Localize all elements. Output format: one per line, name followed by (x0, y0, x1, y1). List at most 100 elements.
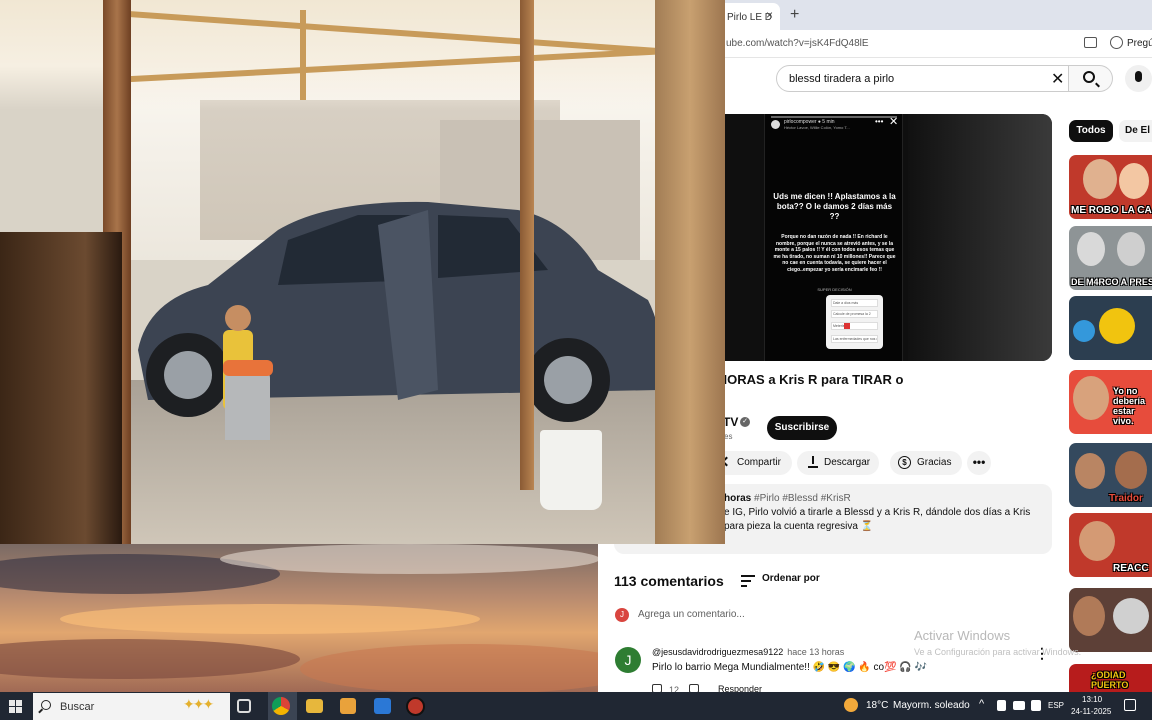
cast-icon[interactable] (1084, 37, 1097, 48)
poll-line: Dale a dios más (831, 299, 878, 307)
volume-icon[interactable] (1031, 700, 1041, 711)
windows-logo-icon (16, 707, 22, 713)
ask-icon[interactable] (1110, 36, 1123, 49)
story-body-text: Porque no dan razón de nada !! En richar… (773, 234, 896, 273)
weather-description[interactable]: Mayorm. soleado (893, 700, 970, 711)
mail-icon[interactable] (374, 698, 391, 714)
activate-windows-watermark: Activar Windows (914, 628, 1011, 643)
like-icon[interactable] (652, 684, 662, 692)
thumbnail-face (1119, 163, 1149, 199)
tray-expand-icon[interactable]: ^ (979, 698, 984, 710)
url-text[interactable]: ube.com/watch?v=jsK4FdQ48lE (726, 38, 869, 49)
recommended-thumbnail[interactable]: REACC (1069, 513, 1152, 577)
recommended-thumbnail[interactable]: Yo no debería estar vivo. (1069, 370, 1152, 434)
story-avatar (771, 120, 780, 129)
chrome-icon[interactable] (272, 697, 290, 715)
comment-author[interactable]: @jesusdavidrodriguezmesa9122 hace 13 hora… (652, 647, 844, 657)
windows-logo-icon (9, 700, 15, 706)
activate-windows-hint: Ve a Configuración para activar Windows. (914, 647, 1082, 657)
scene-bucket (540, 430, 602, 510)
recommended-thumbnail[interactable]: ME ROBO LA CA (1069, 155, 1152, 219)
clock-time[interactable]: 13:10 (1082, 695, 1102, 704)
network-icon[interactable] (1013, 701, 1025, 710)
thumbnail-caption: REACC (1113, 563, 1149, 574)
subscribe-button[interactable]: Suscribirse (767, 416, 837, 440)
sort-icon[interactable] (741, 575, 755, 587)
share-button[interactable]: Compartir (714, 451, 792, 475)
story-more-icon: ••• (875, 117, 884, 126)
search-button[interactable] (1069, 65, 1113, 92)
upload-time: horas (724, 493, 752, 504)
poll-line: Calcule de promesa la 2 (831, 310, 878, 318)
microphone-tray-icon[interactable] (997, 700, 1006, 711)
app-icon[interactable] (406, 697, 425, 716)
notification-icon[interactable] (1124, 699, 1136, 711)
scene-door (0, 232, 122, 544)
recommended-thumbnail[interactable]: DE M4RCO A PRESIDENT (1069, 226, 1152, 290)
search-input[interactable]: blessd tiradera a pirlo ✕ (776, 65, 1069, 92)
download-icon (808, 456, 818, 468)
recommended-thumbnail[interactable]: Traidor (1069, 443, 1152, 507)
comments-count: 113 comentarios (614, 573, 724, 589)
thumbnail-badge (1073, 320, 1095, 342)
story-close-icon: ✕ (889, 116, 899, 128)
new-tab-button[interactable]: + (790, 6, 799, 24)
thanks-button[interactable]: $ Gracias (890, 451, 962, 475)
thumbnail-face (1073, 596, 1105, 636)
windows-logo-icon (9, 707, 15, 713)
like-count: 12 (669, 685, 680, 692)
dislike-icon[interactable] (689, 684, 699, 692)
file-explorer-icon[interactable] (306, 699, 323, 713)
thumbnail-caption: Yo no debería estar vivo. (1113, 386, 1146, 426)
language-indicator[interactable]: ESP (1048, 701, 1064, 710)
poll-line: Meterle (831, 322, 878, 330)
hashtags[interactable]: #Pirlo #Blessd #KrisR (754, 493, 851, 504)
reply-button[interactable]: Responder (718, 684, 762, 692)
comment-author-handle[interactable]: @jesusdavidrodriguezmesa9122 (652, 647, 783, 657)
clear-search-icon[interactable]: ✕ (1051, 69, 1064, 89)
download-button[interactable]: Descargar (797, 451, 879, 475)
taskbar-search-input[interactable]: Buscar ✦✦✦ (33, 693, 230, 720)
comment-text: Pirlo lo barrio Mega Mundialmente!! 🤣 😎 … (652, 662, 928, 673)
task-view-icon[interactable] (237, 699, 251, 713)
wave-shape (60, 604, 480, 634)
weather-temperature[interactable]: 18°C (866, 700, 888, 711)
channel-name[interactable]: TV (723, 415, 738, 429)
story-poll-title: SUPER DECISIÓN (817, 287, 852, 292)
weather-icon[interactable] (844, 698, 858, 712)
search-query[interactable]: blessd tiradera a pirlo (789, 73, 894, 85)
user-avatar: J (615, 608, 629, 622)
sea-video-overlay[interactable] (0, 544, 598, 692)
voice-search-button[interactable] (1125, 65, 1152, 92)
comment-avatar[interactable]: J (615, 647, 641, 673)
recommended-thumbnail[interactable] (1069, 588, 1152, 652)
dollar-icon: $ (898, 456, 911, 469)
floating-video-overlay[interactable] (0, 0, 725, 544)
chip-all[interactable]: Todos (1069, 120, 1113, 142)
share-label: Compartir (737, 457, 781, 468)
story-song: Héctor Lavoe, Willie Colón, Yomo T... (784, 125, 850, 130)
comment-time: hace 13 horas (787, 647, 845, 657)
clock-date[interactable]: 24-11-2025 (1071, 707, 1111, 716)
windows-start-button[interactable] (9, 700, 23, 713)
subscriber-count: es (724, 432, 733, 441)
verified-icon: ✓ (740, 417, 750, 427)
add-comment-input[interactable]: Agrega un comentario... (638, 609, 745, 620)
thumbnail-caption: Traidor (1109, 493, 1143, 504)
more-actions-button[interactable]: ••• (967, 451, 991, 475)
recommended-thumbnail[interactable]: ¿ODIAD PUERTO (1069, 664, 1152, 692)
chip-from-channel[interactable]: De El M (1119, 120, 1152, 142)
story-poll: Dale a dios más Calcule de promesa la 2 … (826, 295, 883, 349)
recommended-thumbnail[interactable] (1069, 296, 1152, 360)
ask-label[interactable]: Pregú (1127, 38, 1152, 49)
poll-line: Las enfermedades que nos dan contra (831, 335, 878, 343)
vacuum-lid (223, 360, 273, 376)
sort-button[interactable]: Ordenar por (762, 573, 820, 584)
scene-door (655, 0, 725, 544)
store-icon[interactable] (340, 698, 356, 714)
tab-close-icon[interactable]: × (766, 8, 773, 22)
thanks-label: Gracias (917, 457, 952, 468)
wave-shape (220, 544, 598, 574)
wave-shape (0, 639, 300, 679)
sparkle-icon: ✦✦✦ (183, 696, 214, 712)
